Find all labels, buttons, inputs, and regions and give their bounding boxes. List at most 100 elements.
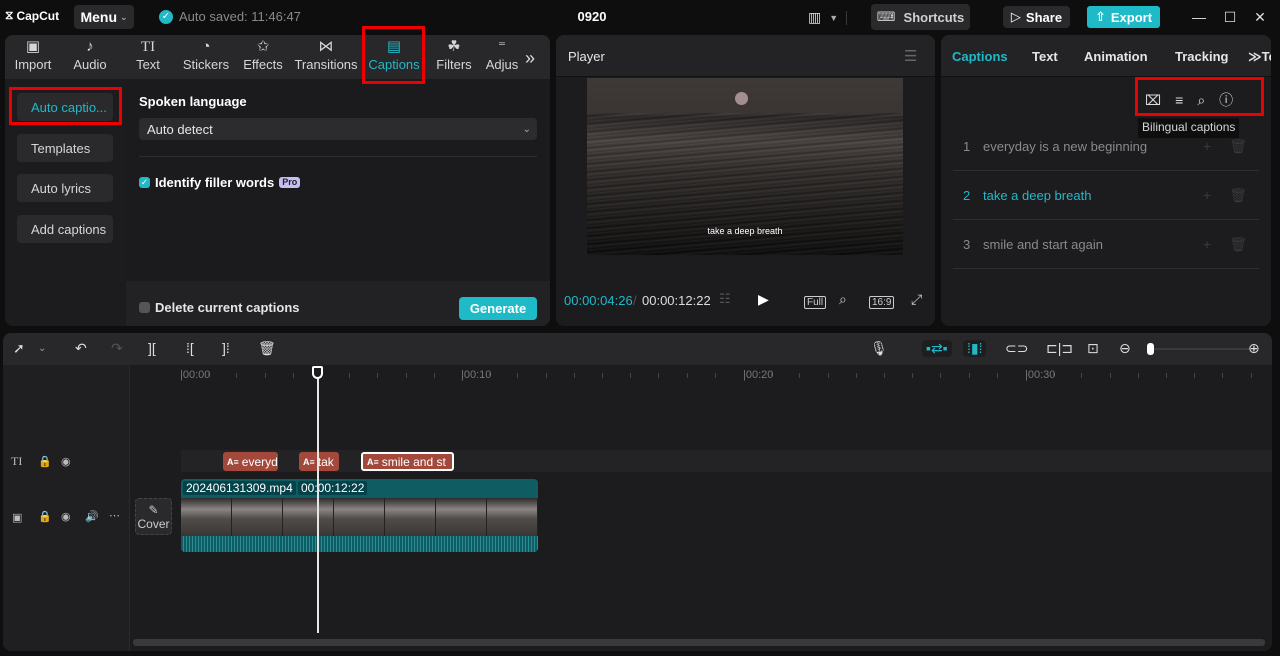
more-icon[interactable]: ⋯ [109, 509, 120, 522]
tab-captions[interactable]: ▤ Captions [365, 37, 423, 79]
time-ruler[interactable]: |00:00 |00:10 |00:20 |00:30 [130, 365, 1272, 391]
horizontal-scrollbar[interactable] [133, 639, 1265, 646]
caption-list-item[interactable]: 2 take a deep breath + 🗑 [953, 172, 1259, 220]
project-title[interactable]: 0920 [560, 9, 624, 24]
menu-button[interactable]: Menu ⌄ [74, 5, 134, 29]
cover-button[interactable]: ✎ Cover [135, 498, 172, 535]
tab-text-props[interactable]: Text [1032, 49, 1058, 64]
tab-animation[interactable]: Animation [1084, 49, 1148, 64]
add-icon[interactable]: + [1203, 187, 1211, 204]
search-captions-icon[interactable]: ⌕ [1197, 92, 1205, 109]
tab-audio[interactable]: ♪ Audio [67, 37, 113, 79]
redo-icon[interactable]: ↷ [111, 340, 123, 357]
export-button[interactable]: ⇧ Export [1087, 6, 1160, 28]
chevron-down-icon[interactable]: ⌄ [38, 343, 46, 354]
subnav-auto-captions[interactable]: Auto captio... [17, 93, 113, 121]
caption-list-item[interactable]: 3 smile and start again + 🗑 [953, 221, 1259, 269]
caption-clip[interactable]: A≡ everyd [223, 452, 278, 471]
zoom-to-fit-icon[interactable]: ⊡ [1087, 340, 1099, 357]
zoom-in-icon[interactable]: ⊕ [1248, 340, 1260, 357]
bilingual-captions-icon[interactable]: ⌧ [1145, 92, 1161, 109]
tab-adjust[interactable]: ⁼ Adjus [485, 37, 519, 79]
tab-filters[interactable]: ☘ Filters [433, 37, 475, 79]
tab-stickers[interactable]: ◔ Stickers [179, 37, 233, 79]
divider [846, 10, 848, 25]
caption-text[interactable]: smile and start again [983, 237, 1203, 252]
select-cursor-icon[interactable]: ➚ [13, 340, 25, 357]
tab-import[interactable]: ▣ Import [9, 37, 57, 79]
playhead-handle[interactable] [312, 366, 323, 379]
trash-icon[interactable]: 🗑 [1229, 187, 1247, 204]
video-preview[interactable]: take a deep breath [587, 78, 903, 255]
playhead-line[interactable] [317, 373, 319, 633]
caption-clip-text: tak [317, 454, 334, 469]
preview-axis-icon[interactable]: ⊏|⊐ [1046, 340, 1073, 357]
hamburger-menu-icon[interactable]: ☰ [904, 47, 917, 65]
more-tabs-chevron-icon[interactable]: » [525, 48, 535, 69]
filler-words-checkbox[interactable]: ✓ [139, 177, 150, 188]
lock-icon[interactable]: 🔒 [38, 455, 52, 468]
caption-clip-selected[interactable]: A≡ smile and st [361, 452, 454, 471]
tab-text[interactable]: TI Text [129, 37, 167, 79]
zoom-out-icon[interactable]: ⊖ [1119, 340, 1131, 357]
split-left-icon[interactable]: ⁞[ [186, 340, 194, 356]
caption-text[interactable]: everyday is a new beginning [983, 139, 1203, 154]
linkage-icon[interactable]: ⊂⊃ [1005, 340, 1028, 357]
spoken-language-select[interactable]: Auto detect ⌄ [139, 118, 537, 140]
subnav-auto-lyrics[interactable]: Auto lyrics [17, 174, 113, 202]
fullscreen-icon[interactable]: ⤢ [911, 291, 922, 308]
ruler-tick [1166, 373, 1167, 378]
close-button[interactable]: ✕ [1250, 7, 1270, 27]
subnav-add-captions[interactable]: Add captions [17, 215, 113, 243]
main-track-magnet-icon[interactable]: ▪⇄▪ [922, 340, 952, 357]
zoom-slider-track[interactable] [1149, 348, 1249, 350]
lock-icon[interactable]: 🔒 [38, 510, 52, 523]
share-button[interactable]: ▷ Share [1003, 6, 1070, 28]
caption-text[interactable]: take a deep breath [983, 188, 1203, 203]
zoom-preview-icon[interactable]: ⌕ [839, 291, 847, 308]
identify-filler-words[interactable]: ✓ Identify filler words Pro [139, 175, 301, 190]
tab-transitions[interactable]: ⋈ Transitions [293, 37, 359, 79]
delete-icon[interactable]: 🗑 [258, 340, 276, 357]
delete-captions-checkbox[interactable] [139, 302, 150, 313]
eye-icon[interactable]: ◉ [61, 455, 71, 468]
add-icon[interactable]: + [1203, 236, 1211, 253]
tab-effects[interactable]: ✩ Effects [239, 37, 287, 79]
translate-list-icon[interactable]: ≡ [1175, 92, 1183, 108]
volume-icon[interactable]: 🔊 [85, 510, 99, 523]
split-right-icon[interactable]: ]⁞ [222, 340, 230, 356]
tab-captions-props[interactable]: Captions [952, 49, 1008, 64]
check-circle-icon: ✓ [159, 9, 173, 24]
shortcuts-button[interactable]: ⌨ Shortcuts [871, 4, 970, 30]
subnav-templates[interactable]: Templates [17, 134, 113, 162]
add-icon[interactable]: + [1203, 138, 1211, 155]
video-caption-overlay[interactable]: take a deep breath [587, 226, 903, 236]
zoom-slider-handle[interactable] [1147, 343, 1154, 355]
tab-tracking[interactable]: Tracking [1175, 49, 1228, 64]
video-clip[interactable]: 202406131309.mp4 00:00:12:22 [181, 479, 538, 552]
help-icon[interactable]: ⓘ [1219, 90, 1233, 110]
maximize-button[interactable]: ☐ [1220, 7, 1240, 27]
caption-list-item[interactable]: 1 everyday is a new beginning + 🗑 [953, 123, 1259, 171]
trash-icon[interactable]: 🗑 [1229, 236, 1247, 253]
minimize-button[interactable]: — [1189, 7, 1209, 27]
auto-snap-icon[interactable]: ⁞▮⁞ [963, 340, 987, 357]
undo-icon[interactable]: ↶ [75, 340, 87, 357]
spoken-language-value: Auto detect [147, 121, 213, 137]
timecode-grid-icon[interactable]: ☷ [719, 291, 731, 307]
layout-button[interactable]: ▥ ▼ [808, 9, 848, 26]
delete-current-captions[interactable]: Delete current captions [139, 300, 300, 315]
captions-subnav: Auto captio... Templates Auto lyrics Add… [5, 79, 126, 326]
play-button[interactable]: ▶ [758, 291, 769, 308]
aspect-ratio-button[interactable]: 16:9 [869, 293, 895, 309]
ruler-tick [1194, 373, 1196, 378]
tab-text-to-speech[interactable]: ≫Tex [1248, 49, 1271, 65]
full-quality-button[interactable]: Full [804, 293, 827, 309]
caption-clip[interactable]: A≡ tak [299, 452, 339, 471]
trash-icon[interactable]: 🗑 [1229, 138, 1247, 155]
eye-icon[interactable]: ◉ [61, 510, 71, 523]
generate-button[interactable]: Generate [459, 297, 537, 320]
microphone-icon[interactable]: 🎙 [870, 340, 888, 357]
clip-filename: 202406131309.mp4 [183, 481, 296, 495]
split-icon[interactable]: ][ [148, 340, 156, 356]
